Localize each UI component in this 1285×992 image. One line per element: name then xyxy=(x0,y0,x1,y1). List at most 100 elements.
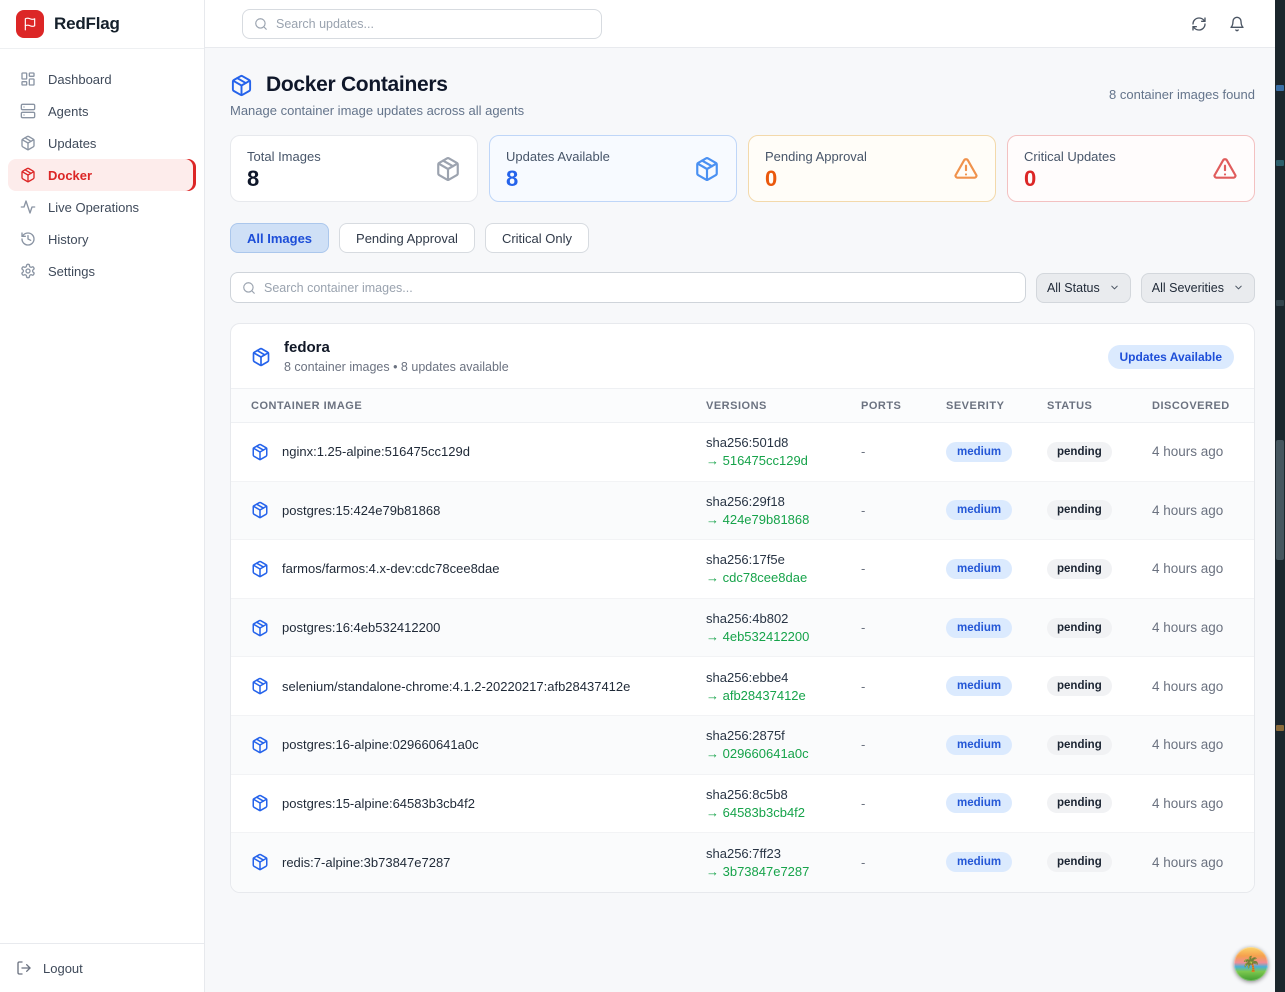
table-row[interactable]: farmos/farmos:4.x-dev:cdc78cee8daesha256… xyxy=(231,540,1254,599)
package-icon xyxy=(694,156,720,182)
table-row[interactable]: redis:7-alpine:3b73847e7287sha256:7ff23→… xyxy=(231,833,1254,892)
table-row[interactable]: nginx:1.25-alpine:516475cc129dsha256:501… xyxy=(231,423,1254,482)
sidebar-item-label: Settings xyxy=(48,264,95,279)
scrollbar-mark xyxy=(1276,725,1284,731)
global-search[interactable] xyxy=(242,9,602,39)
logout-button[interactable]: Logout xyxy=(16,960,188,976)
table-toolbar: All Status All Severities xyxy=(230,272,1255,303)
package-icon xyxy=(251,560,269,578)
ports-value: - xyxy=(861,855,946,870)
severity-badge: medium xyxy=(946,793,1012,813)
sidebar-item-live-operations[interactable]: Live Operations xyxy=(8,191,196,223)
sidebar-item-history[interactable]: History xyxy=(8,223,196,255)
sidebar: RedFlag DashboardAgentsUpdatesDockerLive… xyxy=(0,0,205,992)
target-version: → 424e79b81868 xyxy=(706,511,861,528)
stat-label: Pending Approval xyxy=(765,149,979,164)
table-row[interactable]: postgres:15:424e79b81868sha256:29f18→ 42… xyxy=(231,482,1254,541)
column-header-severity: SEVERITY xyxy=(946,400,1047,412)
target-version: → 64583b3cb4f2 xyxy=(706,804,861,821)
logout-label: Logout xyxy=(43,961,83,976)
palm-island-icon[interactable]: 🌴 xyxy=(1234,947,1268,981)
sidebar-footer: Logout xyxy=(0,943,204,992)
container-image-name: farmos/farmos:4.x-dev:cdc78cee8dae xyxy=(282,561,500,576)
severity-badge: medium xyxy=(946,735,1012,755)
filter-tab-all-images[interactable]: All Images xyxy=(230,223,329,253)
topbar xyxy=(205,0,1285,48)
dashboard-icon xyxy=(20,71,36,87)
group-name: fedora xyxy=(284,339,509,356)
scrollbar-thumb[interactable] xyxy=(1276,440,1284,560)
group-meta: 8 container images • 8 updates available xyxy=(284,360,509,374)
sidebar-item-updates[interactable]: Updates xyxy=(8,127,196,159)
table-row[interactable]: postgres:16-alpine:029660641a0csha256:28… xyxy=(231,716,1254,775)
sidebar-item-agents[interactable]: Agents xyxy=(8,95,196,127)
sidebar-item-label: Agents xyxy=(48,104,88,119)
table-row[interactable]: postgres:15-alpine:64583b3cb4f2sha256:8c… xyxy=(231,775,1254,834)
sidebar-item-dashboard[interactable]: Dashboard xyxy=(8,63,196,95)
chevron-down-icon xyxy=(1233,282,1244,293)
discovered-time: 4 hours ago xyxy=(1152,620,1234,635)
refresh-icon[interactable] xyxy=(1191,16,1207,32)
container-image-name: postgres:15:424e79b81868 xyxy=(282,503,440,518)
status-badge: pending xyxy=(1047,618,1112,638)
severity-filter-select[interactable]: All Severities xyxy=(1141,273,1255,303)
redflag-logo-icon xyxy=(16,10,44,38)
status-badge: pending xyxy=(1047,676,1112,696)
ports-value: - xyxy=(861,737,946,752)
sidebar-item-label: Updates xyxy=(48,136,96,151)
package-icon xyxy=(251,501,269,519)
discovered-time: 4 hours ago xyxy=(1152,737,1234,752)
status-badge: pending xyxy=(1047,793,1112,813)
container-image-name: postgres:16-alpine:029660641a0c xyxy=(282,737,479,752)
status-badge: pending xyxy=(1047,559,1112,579)
package-icon xyxy=(251,677,269,695)
chevron-down-icon xyxy=(1109,282,1120,293)
stat-label: Updates Available xyxy=(506,149,720,164)
sidebar-item-settings[interactable]: Settings xyxy=(8,255,196,287)
package-icon xyxy=(435,156,461,182)
target-version: → 516475cc129d xyxy=(706,452,861,469)
stat-value: 8 xyxy=(247,166,461,192)
scrollbar-track[interactable] xyxy=(1275,0,1285,992)
image-search-input[interactable] xyxy=(264,281,1014,295)
current-version: sha256:4b802 xyxy=(706,610,861,627)
sidebar-item-label: History xyxy=(48,232,88,247)
package-icon xyxy=(251,736,269,754)
severity-filter-value: All Severities xyxy=(1152,281,1224,295)
image-group-card: fedora 8 container images • 8 updates av… xyxy=(230,323,1255,893)
table-row[interactable]: selenium/standalone-chrome:4.1.2-2022021… xyxy=(231,657,1254,716)
updates-available-badge: Updates Available xyxy=(1108,345,1234,369)
gear-icon xyxy=(20,263,36,279)
severity-badge: medium xyxy=(946,559,1012,579)
table-body: nginx:1.25-alpine:516475cc129dsha256:501… xyxy=(231,423,1254,892)
ports-value: - xyxy=(861,679,946,694)
severity-badge: medium xyxy=(946,618,1012,638)
status-filter-select[interactable]: All Status xyxy=(1036,273,1131,303)
docker-box-icon xyxy=(20,167,36,183)
stat-card-updates-available: Updates Available 8 xyxy=(489,135,737,202)
stats-cards: Total Images8Updates Available8Pending A… xyxy=(230,135,1255,202)
warning-icon xyxy=(953,156,979,182)
current-version: sha256:8c5b8 xyxy=(706,786,861,803)
current-version: sha256:7ff23 xyxy=(706,845,861,862)
status-badge: pending xyxy=(1047,852,1112,872)
sidebar-item-docker[interactable]: Docker xyxy=(8,159,196,191)
search-icon xyxy=(254,17,268,31)
group-header: fedora 8 container images • 8 updates av… xyxy=(231,324,1254,388)
current-version: sha256:ebbe4 xyxy=(706,669,861,686)
stat-card-pending-approval: Pending Approval0 xyxy=(748,135,996,202)
ports-value: - xyxy=(861,561,946,576)
table-header-row: CONTAINER IMAGEVERSIONSPORTSSEVERITYSTAT… xyxy=(231,388,1254,423)
status-filter-value: All Status xyxy=(1047,281,1100,295)
filter-tab-critical-only[interactable]: Critical Only xyxy=(485,223,589,253)
ports-value: - xyxy=(861,796,946,811)
filter-tab-pending-approval[interactable]: Pending Approval xyxy=(339,223,475,253)
stat-value: 0 xyxy=(1024,166,1238,192)
history-icon xyxy=(20,231,36,247)
image-search[interactable] xyxy=(230,272,1026,303)
global-search-input[interactable] xyxy=(276,17,590,31)
table-row[interactable]: postgres:16:4eb532412200sha256:4b802→ 4e… xyxy=(231,599,1254,658)
stat-value: 8 xyxy=(506,166,720,192)
package-icon xyxy=(230,74,253,97)
notifications-bell-icon[interactable] xyxy=(1229,16,1245,32)
